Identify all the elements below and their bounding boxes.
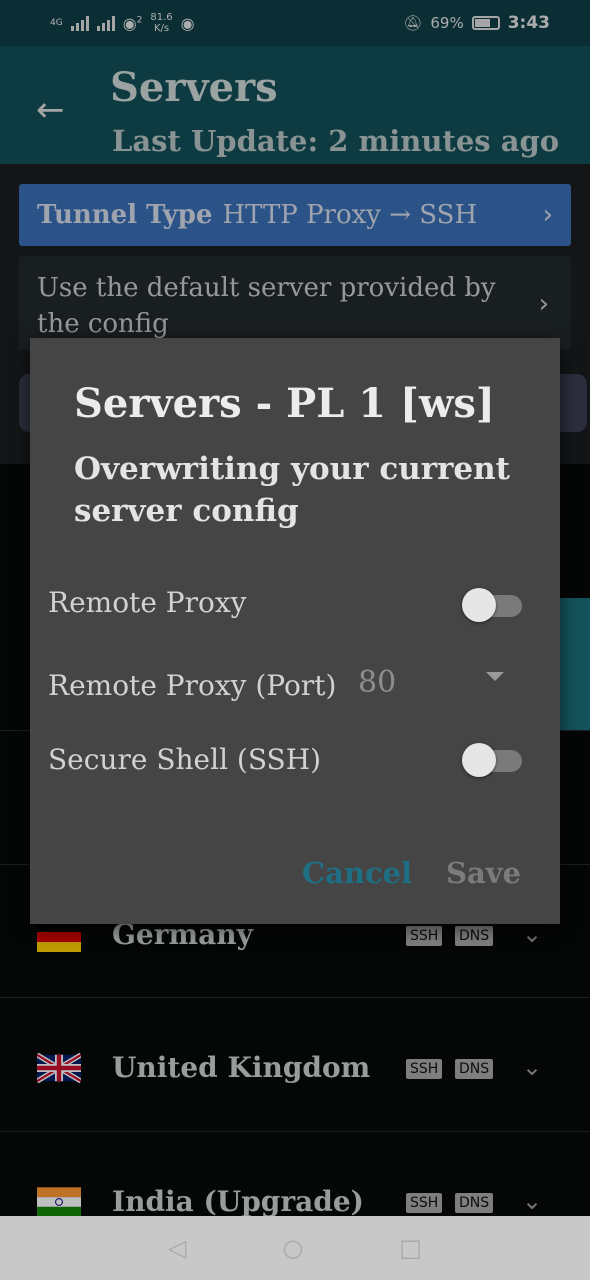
dialog-message: Overwriting your current server config	[74, 451, 510, 529]
ssh-toggle[interactable]	[462, 739, 522, 777]
server-config-dialog: Servers - PL 1 [ws] Overwriting your cur…	[30, 338, 560, 924]
toggle-knob	[462, 588, 496, 622]
nav-back-icon[interactable]: ◁	[168, 1234, 186, 1262]
remote-proxy-port-select[interactable]: 80	[358, 665, 396, 700]
cancel-button[interactable]: Cancel	[302, 856, 412, 890]
nav-recents-icon[interactable]: □	[399, 1234, 422, 1262]
system-navigation-bar: ◁ ○ □	[0, 1216, 590, 1280]
ssh-label: Secure Shell (SSH)	[48, 743, 322, 776]
dropdown-arrow-icon[interactable]	[486, 672, 504, 681]
nav-home-icon[interactable]: ○	[282, 1234, 303, 1262]
toggle-knob	[462, 743, 496, 777]
remote-proxy-label: Remote Proxy	[48, 586, 247, 619]
remote-proxy-toggle[interactable]	[462, 584, 522, 622]
save-button[interactable]: Save	[446, 856, 521, 890]
remote-proxy-port-label: Remote Proxy (Port)	[48, 669, 337, 702]
dialog-title: Servers - PL 1 [ws]	[74, 380, 495, 427]
